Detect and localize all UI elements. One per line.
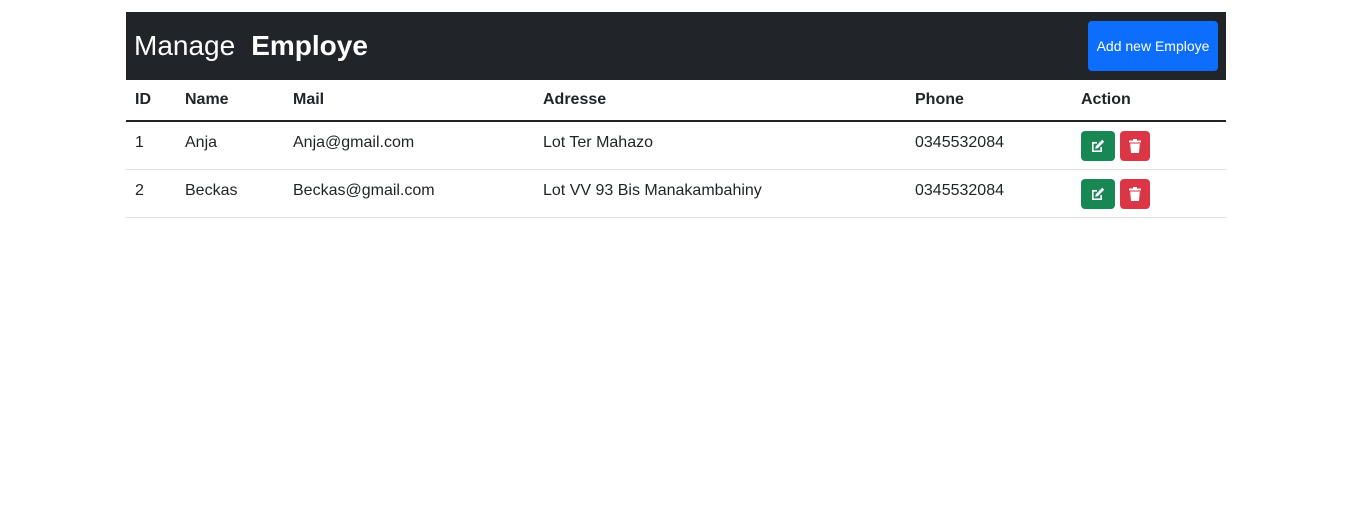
trash-icon xyxy=(1129,139,1141,153)
column-header-phone: Phone xyxy=(906,80,1072,122)
edit-icon xyxy=(1092,139,1105,152)
add-employee-button[interactable]: Add new Employe xyxy=(1088,21,1218,71)
title-strong: Employe xyxy=(251,30,368,61)
column-header-id: ID xyxy=(126,80,176,122)
edit-icon xyxy=(1092,187,1105,200)
cell-name: Anja xyxy=(176,121,284,170)
cell-phone: 0345532084 xyxy=(906,121,1072,170)
column-header-name: Name xyxy=(176,80,284,122)
cell-id: 2 xyxy=(126,169,176,218)
column-header-adresse: Adresse xyxy=(534,80,906,122)
cell-actions xyxy=(1072,121,1226,170)
page-title: Manage Employe xyxy=(134,32,368,60)
cell-actions xyxy=(1072,169,1226,218)
delete-button[interactable] xyxy=(1120,131,1150,161)
title-bar: Manage Employe Add new Employe xyxy=(126,12,1226,80)
column-header-mail: Mail xyxy=(284,80,534,122)
cell-mail: Anja@gmail.com xyxy=(284,121,534,170)
cell-phone: 0345532084 xyxy=(906,169,1072,218)
table-row: 2 Beckas Beckas@gmail.com Lot VV 93 Bis … xyxy=(126,169,1226,218)
cell-mail: Beckas@gmail.com xyxy=(284,169,534,218)
table-header-row: ID Name Mail Adresse Phone Action xyxy=(126,80,1226,122)
edit-button[interactable] xyxy=(1081,131,1115,161)
cell-name: Beckas xyxy=(176,169,284,218)
edit-button[interactable] xyxy=(1081,178,1115,209)
trash-icon xyxy=(1129,186,1141,201)
employee-table: ID Name Mail Adresse Phone Action 1 Anja… xyxy=(126,80,1226,218)
cell-adresse: Lot Ter Mahazo xyxy=(534,121,906,170)
title-prefix: Manage xyxy=(134,30,236,61)
employee-manager: Manage Employe Add new Employe ID Name M… xyxy=(126,12,1226,218)
cell-id: 1 xyxy=(126,121,176,170)
table-row: 1 Anja Anja@gmail.com Lot Ter Mahazo 034… xyxy=(126,121,1226,170)
column-header-action: Action xyxy=(1072,80,1226,122)
delete-button[interactable] xyxy=(1120,178,1150,209)
cell-adresse: Lot VV 93 Bis Manakambahiny xyxy=(534,169,906,218)
